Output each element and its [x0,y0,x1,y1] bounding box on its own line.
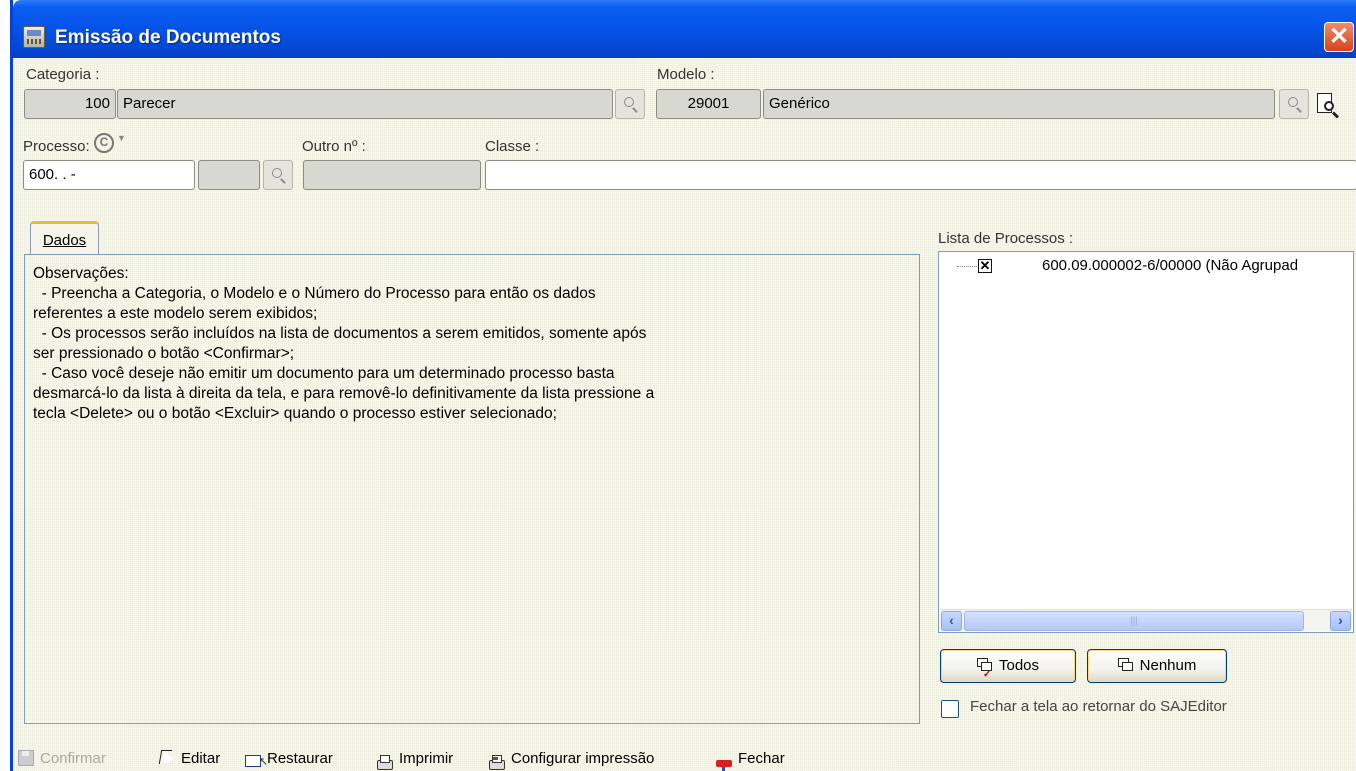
confirmar-button[interactable]: Confirmar [18,748,106,770]
imprimir-label: Imprimir [399,750,454,767]
fechar-label: Fechar [738,750,785,767]
classe-label: Classe : [485,138,540,155]
categoria-name-field[interactable]: Parecer [117,89,613,119]
horizontal-scrollbar[interactable]: ‹ ||| › [940,609,1352,631]
app-icon [23,26,45,48]
obs-line: Observações: [33,265,129,282]
configurar-impressao-button[interactable]: Configurar impressão [489,748,654,770]
observations-text: Observações: - Preencha a Categoria, o M… [33,264,793,424]
nenhum-button[interactable]: Nenhum [1087,649,1227,683]
document-emission-window: Emissão de Documentos ✕ Categoria : 100 … [10,0,1356,771]
obs-line: - Os processos serão incluídos na lista … [33,325,647,342]
window-title: Emissão de Documentos [55,27,281,48]
close-button[interactable]: ✕ [1324,22,1354,52]
close-on-return-label: Fechar a tela ao retornar do SAJEditor [970,698,1227,715]
obs-line: - Preencha a Categoria, o Modelo e o Núm… [33,285,596,302]
editar-label: Editar [181,750,221,767]
modelo-name-field[interactable]: Genérico [763,89,1275,119]
printer-settings-icon [489,755,505,770]
confirmar-label: Confirmar [40,750,106,767]
print-preview-icon[interactable] [1315,92,1341,119]
categoria-search-icon[interactable] [615,89,645,119]
uncheck-all-icon [1117,658,1134,672]
obs-line: - Caso você deseje não emitir um documen… [33,365,615,382]
process-list[interactable]: ✕ 600.09.000002-6/00000 (Não Agrupad ‹ |… [938,251,1354,633]
fechar-button[interactable]: Fechar [716,748,785,771]
scroll-thumb[interactable]: ||| [964,611,1304,631]
lista-label: Lista de Processos : [938,230,1074,247]
obs-line: ser pressionado o botão <Confirmar>; [33,345,295,362]
save-icon [18,750,34,766]
todos-button[interactable]: Todos [940,649,1076,691]
title-bar[interactable]: Emissão de Documentos ✕ [13,0,1356,58]
configurar-label: Configurar impressão [511,750,655,767]
modelo-label: Modelo : [657,66,715,83]
processo-label: Processo: [23,138,90,155]
refresh-icon[interactable]: C [94,133,114,153]
obs-line: tecla <Delete> ou o botão <Excluir> quan… [33,405,557,422]
process-item-label: 600.09.000002-6/00000 (Não Agrupad [1042,257,1299,274]
check-all-icon [976,658,993,691]
processo-number-field[interactable]: 600. . - [23,160,195,190]
categoria-label: Categoria : [26,66,100,83]
processo-foro-field[interactable] [198,160,260,190]
scroll-left-icon[interactable]: ‹ [941,611,962,631]
chevron-down-icon[interactable]: ▼ [117,133,126,143]
obs-line: desmarcá-lo da lista à direita da tela, … [33,385,655,402]
printer-icon [377,755,393,770]
close-on-return-checkbox[interactable] [941,700,959,718]
processo-search-icon[interactable] [263,160,293,190]
categoria-code-field[interactable]: 100 [24,89,116,119]
modelo-search-icon[interactable] [1279,89,1309,119]
restaurar-button[interactable]: Restaurar [245,748,333,771]
tree-connector [957,266,977,267]
obs-line: referentes a este modelo serem exibidos; [33,305,318,322]
outro-label: Outro nº : [302,138,366,155]
restaurar-label: Restaurar [267,750,333,767]
classe-field[interactable] [485,160,1356,190]
outro-number-field[interactable] [303,160,481,190]
scroll-right-icon[interactable]: › [1330,611,1351,631]
tab-dados-label: Dados [42,232,87,249]
editar-button[interactable]: Editar [159,748,220,770]
process-item-checkbox[interactable]: ✕ [978,259,992,273]
restore-icon [245,752,268,771]
modelo-code-field[interactable]: 29001 [656,89,761,119]
exit-icon [716,760,732,771]
nenhum-label: Nenhum [1139,657,1197,674]
list-item[interactable]: ✕ 600.09.000002-6/00000 (Não Agrupad [939,252,1353,280]
todos-label: Todos [998,657,1040,674]
cursor-icon [159,750,175,766]
imprimir-button[interactable]: Imprimir [377,748,453,770]
bottom-toolbar: Confirmar Editar Restaurar Imprimir Conf… [13,748,1356,771]
tab-dados[interactable]: Dados [30,221,99,255]
